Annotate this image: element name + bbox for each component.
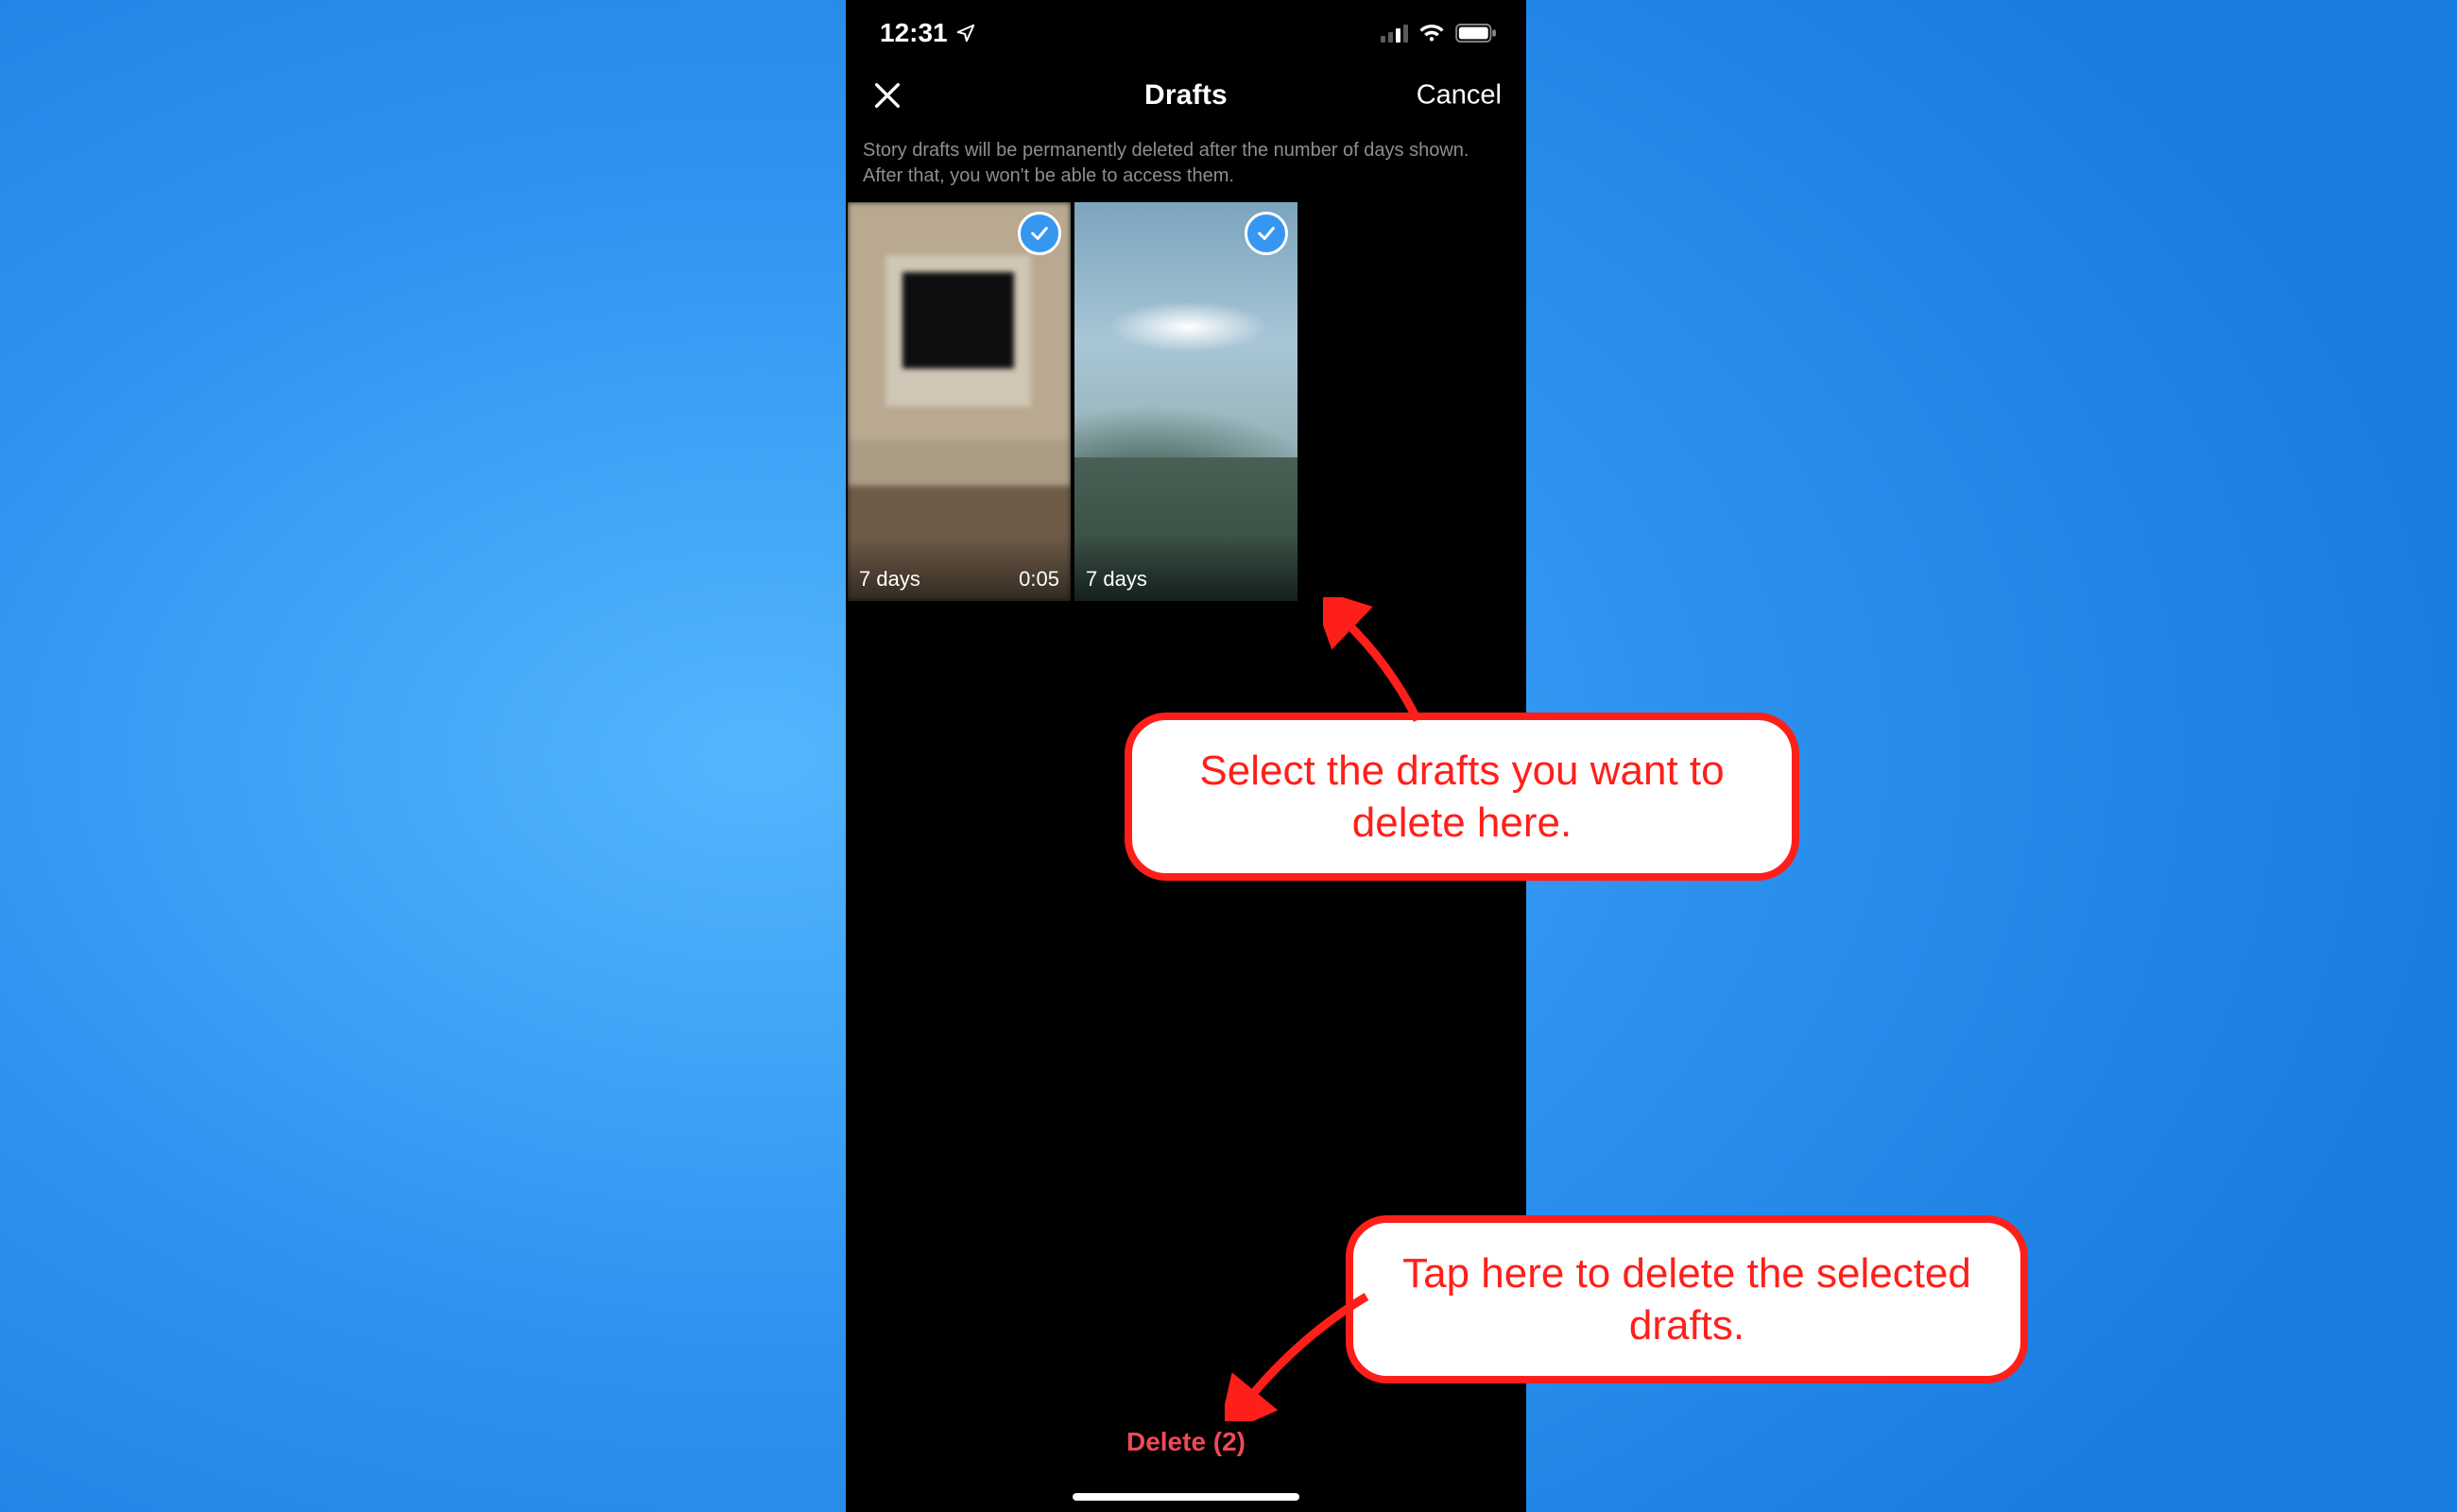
status-time: 12:31 bbox=[880, 18, 948, 48]
annotation-arrow-icon bbox=[1225, 1280, 1385, 1421]
bottom-action-bar: Delete (2) bbox=[846, 1408, 1526, 1476]
cancel-button[interactable]: Cancel bbox=[1417, 80, 1502, 112]
wallpaper: 12:31 bbox=[0, 0, 2457, 1512]
annotation-callout-delete: Tap here to delete the selected drafts. bbox=[1346, 1215, 2028, 1383]
draft-footer: 7 days 0:05 bbox=[848, 535, 1071, 601]
check-icon bbox=[1256, 223, 1277, 244]
draft-expiry: 7 days bbox=[859, 567, 920, 592]
location-icon bbox=[955, 23, 976, 43]
nav-header: Drafts Cancel bbox=[846, 59, 1526, 132]
drafts-grid: 7 days 0:05 7 days bbox=[846, 202, 1526, 601]
close-icon bbox=[871, 79, 903, 112]
draft-item[interactable]: 7 days bbox=[1074, 202, 1297, 601]
check-icon bbox=[1029, 223, 1050, 244]
status-time-group: 12:31 bbox=[880, 18, 976, 48]
info-text: Story drafts will be permanently deleted… bbox=[846, 132, 1526, 202]
draft-duration: 0:05 bbox=[1019, 567, 1059, 592]
draft-item[interactable]: 7 days 0:05 bbox=[848, 202, 1071, 601]
selected-checkmark[interactable] bbox=[1018, 212, 1061, 255]
annotation-arrow-icon bbox=[1323, 597, 1455, 739]
status-bar: 12:31 bbox=[846, 0, 1526, 59]
close-button[interactable] bbox=[867, 75, 908, 116]
draft-footer: 7 days bbox=[1074, 535, 1297, 601]
page-title: Drafts bbox=[1144, 79, 1228, 112]
battery-icon bbox=[1454, 24, 1498, 43]
annotation-callout-select: Select the drafts you want to delete her… bbox=[1125, 713, 1799, 881]
status-icons bbox=[1381, 24, 1498, 43]
wifi-icon bbox=[1418, 24, 1445, 43]
home-indicator[interactable] bbox=[1073, 1493, 1299, 1501]
draft-expiry: 7 days bbox=[1086, 567, 1147, 592]
selected-checkmark[interactable] bbox=[1245, 212, 1288, 255]
delete-button[interactable]: Delete (2) bbox=[1126, 1427, 1246, 1456]
cellular-icon bbox=[1381, 24, 1409, 43]
